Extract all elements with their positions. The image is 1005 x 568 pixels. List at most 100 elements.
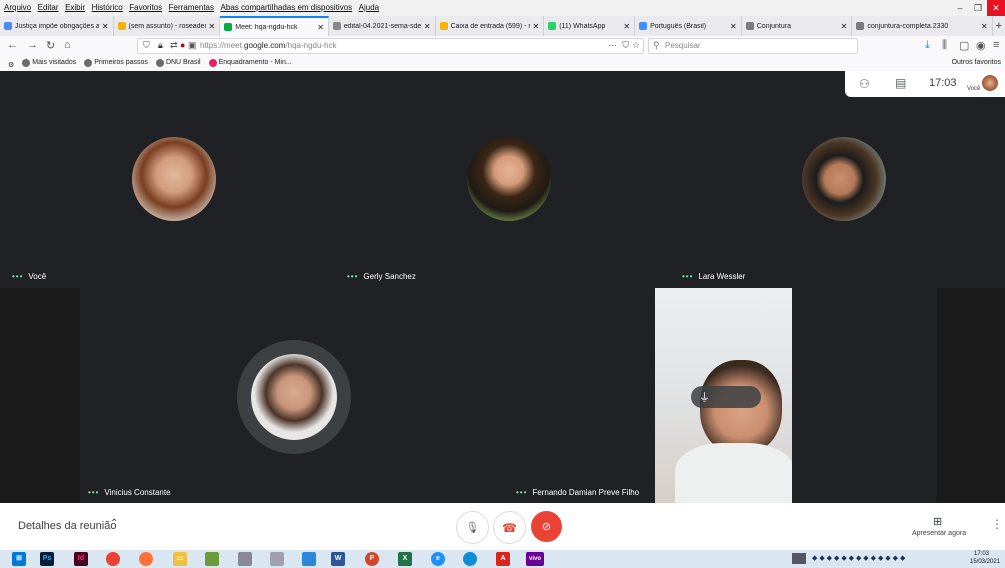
- menu-historico[interactable]: Histórico: [92, 0, 123, 16]
- powerpoint-icon[interactable]: P: [365, 552, 379, 566]
- tab-8[interactable]: conjuntura-completa.2330 ✕: [852, 16, 993, 36]
- participant-tile-lara: ••• Lara Wessler: [670, 71, 1005, 286]
- forward-icon[interactable]: →: [27, 39, 38, 51]
- keyboard-icon[interactable]: [792, 553, 806, 564]
- url-bar[interactable]: ⛉ 🔒︎ ⇄ ● ▣ https://meet.google.com/hqa-n…: [137, 38, 644, 54]
- tab-5[interactable]: (11) WhatsApp ✕: [544, 16, 636, 36]
- close-tab-icon[interactable]: ✕: [317, 23, 324, 32]
- photoshop-icon[interactable]: Ps: [40, 552, 54, 566]
- menu-favoritos[interactable]: Favoritos: [129, 0, 162, 16]
- participant-label: ••• Gerly Sanchez: [347, 272, 416, 281]
- participant-tile-empty: [792, 288, 937, 503]
- speaking-indicator-icon: •••: [347, 272, 359, 281]
- menu-abas-compartilhadas[interactable]: Abas compartilhadas em dispositivos: [221, 0, 353, 16]
- bookmark-item[interactable]: DNU Brasil: [155, 56, 201, 70]
- camera-permission-icon[interactable]: ▣: [188, 40, 197, 51]
- firefox-icon[interactable]: [139, 552, 153, 566]
- menu-ferramentas[interactable]: Ferramentas: [169, 0, 214, 16]
- pocket-icon[interactable]: ⛉: [622, 40, 629, 51]
- microphone-off-icon[interactable]: ⏚: [699, 389, 710, 405]
- taskbar-clock-date[interactable]: 15/03/2021: [970, 559, 1000, 565]
- close-tab-icon[interactable]: ✕: [102, 22, 109, 31]
- present-icon[interactable]: ⊞: [933, 515, 942, 528]
- microphone-button[interactable]: 🎙︎: [456, 511, 489, 544]
- acrobat-icon[interactable]: A: [496, 552, 510, 566]
- excel-icon[interactable]: X: [398, 552, 412, 566]
- menu-editar[interactable]: Editar: [38, 0, 59, 16]
- download-icon[interactable]: ⤓: [925, 39, 930, 52]
- bookmark-star-icon[interactable]: ☆: [632, 40, 640, 51]
- taskbar-clock-time[interactable]: 17:03: [974, 551, 989, 557]
- tab-1[interactable]: (sem assunto) - roseadem ✕: [114, 16, 221, 36]
- url-text[interactable]: https://meet.google.com/hqa-ngdu-hck: [200, 41, 337, 50]
- minimize-icon[interactable]: –: [951, 0, 969, 16]
- avatar: [467, 137, 551, 221]
- app-icon[interactable]: [238, 552, 252, 566]
- permissions-icon[interactable]: ⇄: [170, 40, 178, 51]
- edge-icon[interactable]: [463, 552, 477, 566]
- close-tab-icon[interactable]: ✕: [981, 22, 988, 31]
- sidebar-icon[interactable]: ▢: [959, 39, 969, 52]
- lock-icon[interactable]: 🔒︎: [158, 40, 163, 51]
- tab-6[interactable]: Português (Brasil) ✕: [635, 16, 742, 36]
- self-label: Você: [967, 86, 981, 92]
- menu-ajuda[interactable]: Ajuda: [359, 0, 379, 16]
- menu-arquivo[interactable]: Arquivo: [4, 0, 31, 16]
- present-now-button[interactable]: Apresentar agora: [912, 530, 966, 537]
- close-tab-icon[interactable]: ✕: [533, 22, 540, 31]
- close-tab-icon[interactable]: ✕: [841, 22, 848, 31]
- tab-0[interactable]: Justiça impõe obrigações ao ✕: [0, 16, 114, 36]
- vivo-app-icon[interactable]: vivo: [526, 552, 544, 566]
- internet-explorer-icon[interactable]: e: [431, 552, 445, 566]
- bookmark-item[interactable]: Mais visitados: [22, 56, 76, 70]
- tab-2[interactable]: Meet: hqa-ngdu-hck ✕: [220, 16, 329, 36]
- chat-icon[interactable]: ▤: [895, 76, 906, 90]
- chrome-icon[interactable]: [106, 552, 120, 566]
- people-icon[interactable]: ⚇: [859, 77, 870, 91]
- close-window-icon[interactable]: ✕: [987, 0, 1005, 16]
- reload-icon[interactable]: ↻: [46, 39, 55, 52]
- window-controls: – ❐ ✕: [951, 0, 1005, 16]
- bookmark-item[interactable]: Primeiros passos: [84, 56, 148, 70]
- back-icon[interactable]: ←: [7, 39, 18, 51]
- microphone-active-icon[interactable]: ●: [180, 40, 185, 50]
- search-placeholder: Pesquisar: [665, 41, 701, 50]
- bookmark-item[interactable]: Enquadramento - Min...: [208, 56, 292, 70]
- tab-favicon-icon: [332, 22, 341, 30]
- tab-label: Justiça impõe obrigações ao: [15, 22, 99, 30]
- more-options-icon[interactable]: ⋮: [991, 517, 1003, 531]
- app-icon[interactable]: [270, 552, 284, 566]
- word-icon[interactable]: W: [331, 552, 345, 566]
- page-actions-icon[interactable]: ···: [608, 40, 617, 50]
- app-menu-icon[interactable]: ≡: [993, 39, 999, 51]
- indesign-icon[interactable]: Id: [74, 552, 88, 566]
- home-icon[interactable]: ⌂: [64, 39, 71, 51]
- globe-icon: [22, 59, 31, 67]
- shield-icon[interactable]: ⛉: [143, 40, 150, 51]
- library-icon[interactable]: ⫼: [942, 39, 947, 52]
- search-box[interactable]: ⚲ Pesquisar: [648, 38, 858, 54]
- tab-4[interactable]: Caixa de entrada (599) - ros ✕: [436, 16, 545, 36]
- app-icon[interactable]: [302, 552, 316, 566]
- file-explorer-icon[interactable]: ▭: [173, 552, 187, 566]
- system-tray-icons[interactable]: ◆ ◆ ◆ ◆ ◆ ◆ ◆ ◆ ◆ ◆ ◆ ◆ ◆: [812, 554, 905, 562]
- menu-exibir[interactable]: Exibir: [65, 0, 85, 16]
- end-call-button[interactable]: ☎: [493, 511, 526, 544]
- meeting-details-button[interactable]: Detalhes da reunião: [18, 520, 116, 532]
- windows-start-icon[interactable]: ⊞: [12, 552, 26, 566]
- other-bookmarks[interactable]: Outros favoritos: [952, 56, 1001, 70]
- maximize-icon[interactable]: ❐: [969, 0, 987, 16]
- participant-name: Você: [28, 272, 47, 281]
- close-tab-icon[interactable]: ✕: [424, 22, 431, 31]
- tab-7[interactable]: Conjuntura ✕: [742, 16, 853, 36]
- menu-bar: Arquivo Editar Exibir Histórico Favorito…: [0, 0, 1005, 16]
- close-tab-icon[interactable]: ✕: [209, 22, 216, 31]
- account-icon[interactable]: ◉: [976, 39, 986, 52]
- close-tab-icon[interactable]: ✕: [623, 22, 630, 31]
- camera-button[interactable]: ⊘: [531, 511, 562, 542]
- new-tab-icon[interactable]: +: [993, 16, 1005, 36]
- app-icon[interactable]: [205, 552, 219, 566]
- tab-3[interactable]: edital-04.2021-sema-sde-assin✕: [329, 16, 436, 36]
- chevron-up-icon[interactable]: ⌃: [110, 518, 118, 529]
- close-tab-icon[interactable]: ✕: [730, 22, 737, 31]
